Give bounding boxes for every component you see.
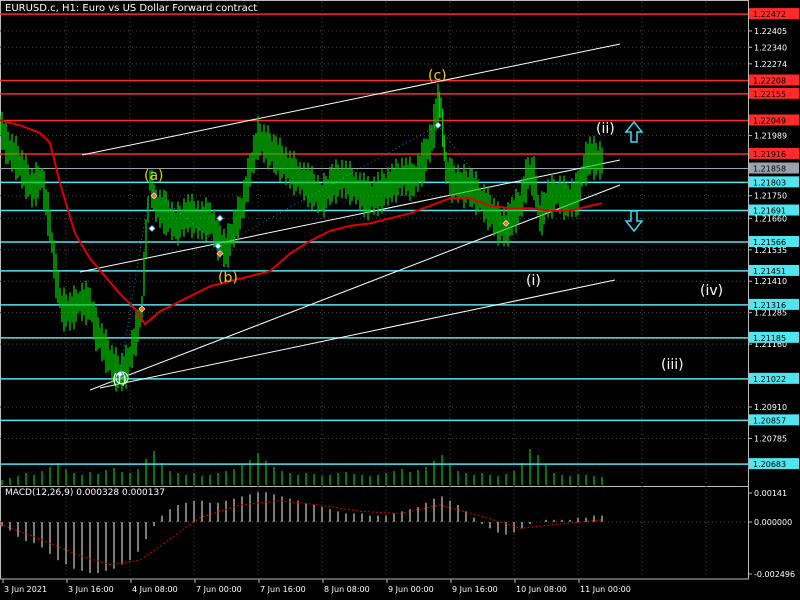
resistance-level-label: 1.22155 <box>753 90 786 99</box>
macd-axis-label: 0.000000 <box>754 518 792 527</box>
y-axis-label: 1.21989 <box>754 132 787 141</box>
support-level-label: 1.21803 <box>753 178 786 187</box>
support-level-label: 1.21022 <box>753 375 786 384</box>
wave-label: (b) <box>218 270 238 286</box>
support-level-label: 1.20857 <box>753 416 786 425</box>
resistance-level-label: 1.22049 <box>753 116 786 125</box>
macd-axis-label: 0.00141 <box>754 489 787 498</box>
x-axis-label: 9 Jun 00:00 <box>388 585 434 594</box>
wave-label: (a) <box>144 168 164 184</box>
x-axis-label: 4 Jun 08:00 <box>132 585 178 594</box>
support-level-label: 1.21566 <box>753 238 786 247</box>
y-axis-label: 1.21750 <box>754 192 787 201</box>
x-axis-label: 9 Jun 16:00 <box>452 585 498 594</box>
macd-axis-label: -0.002496 <box>754 570 795 579</box>
support-level-label: 1.21691 <box>753 207 786 216</box>
x-axis-label: 10 Jun 08:00 <box>516 585 567 594</box>
y-axis-label: 1.21410 <box>754 277 787 286</box>
y-axis-label: 1.22340 <box>754 43 787 52</box>
wave-marker <box>148 224 156 232</box>
y-axis-label: 1.21660 <box>754 214 787 223</box>
support-level-label: 1.21451 <box>753 267 786 276</box>
current-price-label: 1.21858 <box>753 165 786 174</box>
trend-channel-line <box>99 279 616 389</box>
up-arrow-icon <box>624 120 644 143</box>
resistance-level-label: 1.22208 <box>753 76 786 85</box>
support-level-label: 1.21316 <box>753 301 786 310</box>
x-axis-label: 7 Jun 00:00 <box>196 585 242 594</box>
wave-label: (i) <box>526 273 541 289</box>
x-axis-label: 11 Jun 00:00 <box>580 585 631 594</box>
resistance-level-label: 1.22472 <box>753 10 786 19</box>
wave-label: (iii) <box>661 357 684 373</box>
wave-label: (c) <box>428 68 447 84</box>
y-axis-label: 1.22405 <box>754 27 787 36</box>
x-axis-label: 8 Jun 08:00 <box>324 585 370 594</box>
support-level-label: 1.20683 <box>753 460 786 469</box>
price-chart[interactable]: 1.22472 1.22405 1.22340 1.22274 1.22208 1.221… <box>0 0 800 600</box>
y-axis-label: 1.22274 <box>754 60 787 69</box>
x-axis-label: 7 Jun 16:00 <box>260 585 306 594</box>
y-axis-label: 1.21535 <box>754 246 787 255</box>
chart-title: EURUSD.c, H1: Euro vs US Dollar Forward … <box>5 3 258 14</box>
x-axis-label: 3 Jun 2021 <box>4 585 47 594</box>
y-axis-label: 1.20910 <box>754 403 787 412</box>
down-arrow-icon <box>624 210 644 233</box>
macd-title: MACD(12,26,9) 0.000328 0.000137 <box>5 488 165 498</box>
wave-label: (iv) <box>700 283 723 299</box>
resistance-level-label: 1.21916 <box>753 150 786 159</box>
trend-channel-line <box>81 43 621 156</box>
wave-label: (i) <box>112 372 127 388</box>
support-level-label: 1.21185 <box>753 334 786 343</box>
wave-label: (ii) <box>596 121 615 137</box>
y-axis-label: 1.20785 <box>754 434 787 443</box>
x-axis-label: 3 Jun 16:00 <box>68 585 114 594</box>
y-axis-label: 1.21285 <box>754 309 787 318</box>
